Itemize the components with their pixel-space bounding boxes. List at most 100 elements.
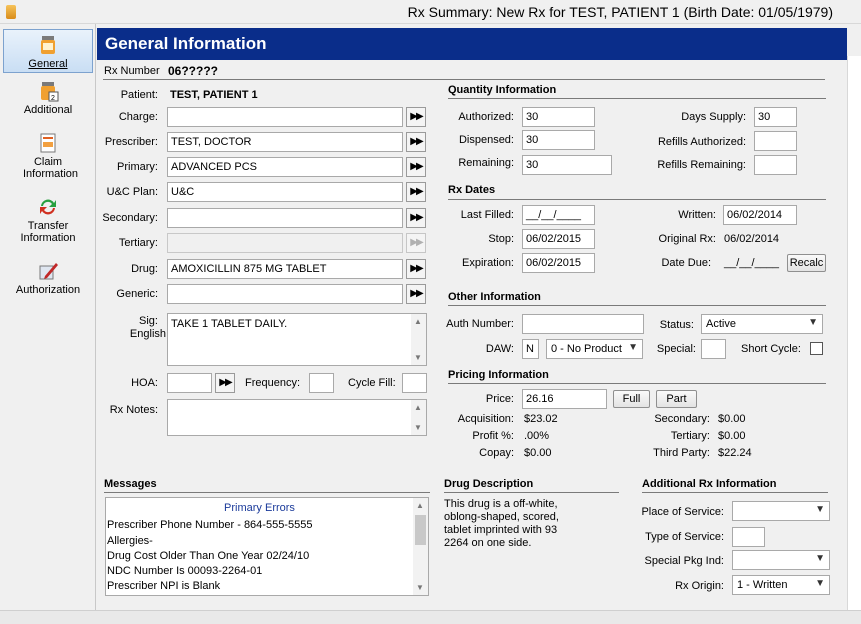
charge-label: Charge: [118, 111, 158, 123]
jar-plus-icon: 2 [41, 82, 59, 102]
sidebar-item-authorization[interactable]: Authorization [3, 260, 93, 300]
pricing-section-title: Pricing Information [448, 369, 549, 381]
rx-notes-label: Rx Notes: [109, 404, 158, 416]
additional-rx-divider [642, 492, 828, 493]
daw-selected: 0 - No Product [551, 343, 622, 355]
rx-origin-select[interactable]: 1 - Written ▼ [732, 575, 830, 595]
status-select[interactable]: Active ▼ [701, 314, 823, 334]
drug-description-line: oblong-shaped, scored, [444, 511, 559, 523]
secondary-input[interactable] [167, 208, 403, 228]
pricing-tertiary-label: Tertiary: [670, 430, 710, 442]
hoa-lookup-button[interactable]: ▶▶ [215, 373, 235, 393]
uc-plan-lookup-button[interactable]: ▶▶ [406, 182, 426, 202]
pricing-tertiary-value: $0.00 [718, 430, 746, 442]
cycle-fill-input[interactable] [402, 373, 427, 393]
tertiary-lookup-button: ▶▶ [406, 233, 426, 253]
full-button[interactable]: Full [613, 390, 650, 408]
daw-code-input[interactable]: N [522, 339, 539, 359]
pricing-divider [448, 383, 826, 384]
part-button[interactable]: Part [656, 390, 697, 408]
list-item: Drug Cost Older Than One Year 02/24/10 [107, 550, 310, 562]
scrollbar-thumb[interactable] [415, 515, 426, 545]
rx-number-value: 06????? [168, 64, 218, 78]
drug-lookup-button[interactable]: ▶▶ [406, 259, 426, 279]
messages-list[interactable]: Primary Errors Prescriber Phone Number -… [105, 497, 429, 596]
acquisition-label: Acquisition: [457, 413, 514, 425]
sidebar-item-label: Transfer Information [20, 220, 76, 244]
sig-textarea[interactable]: TAKE 1 TABLET DAILY. ▲ ▼ [167, 313, 427, 366]
messages-section-title: Messages [104, 478, 157, 490]
sidebar-item-claim-information[interactable]: Claim Information [3, 132, 93, 184]
rx-dates-divider [448, 199, 826, 200]
sidebar-item-transfer-information[interactable]: Transfer Information [3, 196, 93, 248]
title-bar: Rx Summary: New Rx for TEST, PATIENT 1 (… [0, 0, 861, 24]
daw-select[interactable]: 0 - No Product ▼ [546, 339, 643, 359]
uc-plan-label: U&C Plan: [106, 186, 158, 198]
charge-lookup-button[interactable]: ▶▶ [406, 107, 426, 127]
authorized-input[interactable]: 30 [522, 107, 595, 127]
copay-label: Copay: [479, 447, 514, 459]
secondary-lookup-button[interactable]: ▶▶ [406, 208, 426, 228]
charge-input[interactable] [167, 107, 403, 127]
recalc-button[interactable]: Recalc [787, 254, 826, 272]
special-input[interactable] [701, 339, 726, 359]
refills-remaining-input[interactable] [754, 155, 797, 175]
days-supply-input[interactable]: 30 [754, 107, 797, 127]
rx-notes-textarea[interactable]: ▲ ▼ [167, 399, 427, 436]
patient-label: Patient: [120, 89, 158, 101]
drug-label: Drug: [131, 263, 158, 275]
type-of-service-input[interactable] [732, 527, 765, 547]
list-item: Allergies- [107, 535, 153, 547]
generic-input[interactable] [167, 284, 403, 304]
vertical-scrollbar[interactable] [847, 56, 861, 610]
rx-notes-scrollbar[interactable]: ▲ ▼ [411, 400, 426, 435]
frequency-label: Frequency: [245, 377, 301, 389]
auth-number-input[interactable] [522, 314, 644, 334]
messages-scrollbar[interactable]: ▲ ▼ [413, 498, 428, 595]
hoa-input[interactable] [167, 373, 212, 393]
sig-scrollbar[interactable]: ▲ ▼ [411, 314, 426, 365]
daw-label: DAW: [485, 343, 514, 355]
drug-description-line: 2264 on one side. [444, 537, 532, 549]
list-item: Prescriber NPI is Blank [107, 580, 221, 592]
window-title: Rx Summary: New Rx for TEST, PATIENT 1 (… [407, 4, 833, 20]
sidebar: General 2 Additional Claim Information T… [0, 24, 96, 610]
chevron-down-icon: ▼ [815, 578, 825, 589]
hoa-label: HOA: [131, 377, 158, 389]
prescriber-lookup-button[interactable]: ▶▶ [406, 132, 426, 152]
uc-plan-input[interactable]: U&C [167, 182, 403, 202]
refills-remaining-label: Refills Remaining: [657, 159, 746, 171]
dispensed-input[interactable]: 30 [522, 130, 595, 150]
place-of-service-select[interactable]: ▼ [732, 501, 830, 521]
written-date-input[interactable]: 06/02/2014 [723, 205, 797, 225]
special-pkg-select[interactable]: ▼ [732, 550, 830, 570]
copay-value: $0.00 [524, 447, 552, 459]
refills-authorized-input[interactable] [754, 131, 797, 151]
primary-input[interactable]: ADVANCED PCS [167, 157, 403, 177]
frequency-input[interactable] [309, 373, 334, 393]
authorized-label: Authorized: [458, 111, 514, 123]
generic-lookup-button[interactable]: ▶▶ [406, 284, 426, 304]
type-of-service-label: Type of Service: [645, 531, 724, 543]
price-input[interactable]: 26.16 [522, 389, 607, 409]
stop-date-input[interactable]: 06/02/2015 [522, 229, 595, 249]
remaining-label: Remaining: [458, 157, 514, 169]
prescriber-input[interactable]: TEST, DOCTOR [167, 132, 403, 152]
sig-language: English [129, 328, 166, 340]
sidebar-item-general[interactable]: General [3, 29, 93, 73]
drug-input[interactable]: AMOXICILLIN 875 MG TABLET [167, 259, 403, 279]
remaining-input[interactable]: 30 [522, 155, 612, 175]
written-label: Written: [678, 209, 716, 221]
short-cycle-checkbox[interactable] [810, 342, 823, 355]
sidebar-item-additional[interactable]: 2 Additional [3, 80, 93, 120]
primary-lookup-button[interactable]: ▶▶ [406, 157, 426, 177]
date-due-label: Date Due: [661, 257, 711, 269]
list-item: Prescriber Phone Number - 864-555-5555 [107, 519, 313, 531]
special-pkg-label: Special Pkg Ind: [644, 555, 725, 567]
sig-text: TAKE 1 TABLET DAILY. [171, 318, 288, 330]
chevron-down-icon: ▼ [808, 317, 818, 328]
original-rx-label: Original Rx: [658, 233, 716, 245]
last-filled-input[interactable]: __/__/____ [522, 205, 595, 225]
expiration-date-input[interactable]: 06/02/2015 [522, 253, 595, 273]
sidebar-item-label: Authorization [15, 284, 81, 296]
